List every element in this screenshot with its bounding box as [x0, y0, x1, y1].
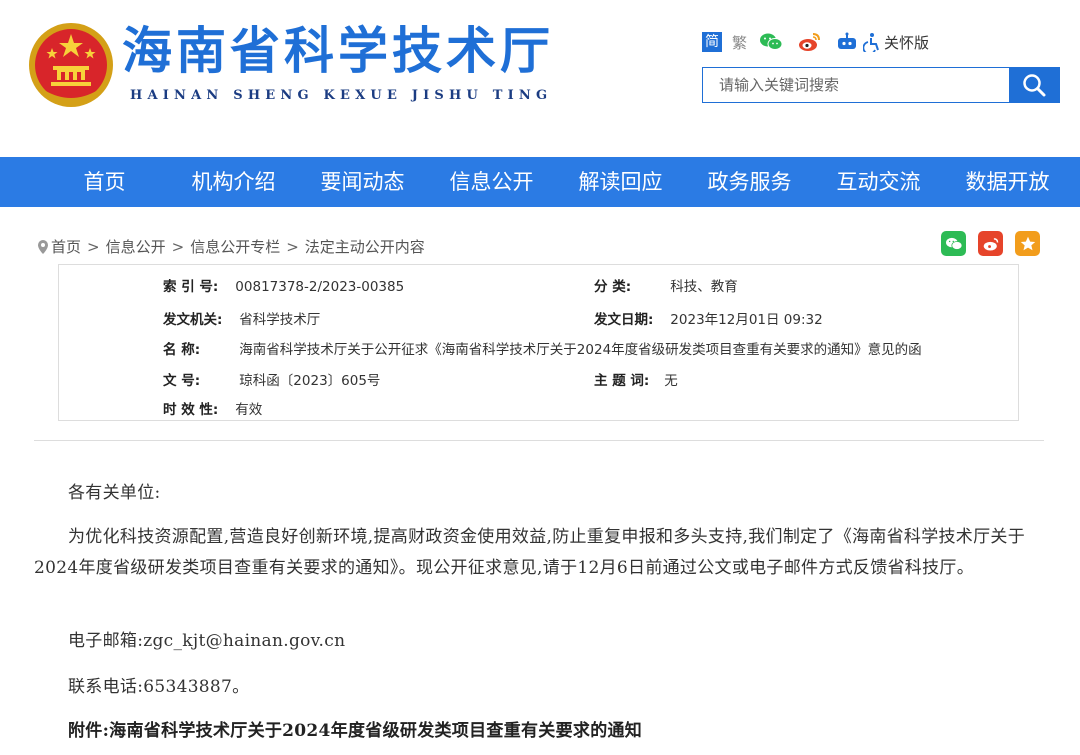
breadcrumb-info-column[interactable]: 信息公开专栏 [190, 236, 280, 257]
info-issuer: 发文机关: 省科学技术厅 [163, 312, 321, 328]
accessibility-icon [863, 33, 879, 52]
nav-item-gov-services[interactable]: 政务服务 [685, 157, 814, 207]
traditional-chinese-button[interactable]: 繁 [732, 32, 747, 53]
search-box [702, 67, 1060, 103]
share-wechat-button[interactable] [941, 231, 966, 256]
share-buttons [941, 231, 1040, 256]
nav-item-home[interactable]: 首页 [40, 157, 169, 207]
site-pinyin: HAINAN SHENG KEXUE JISHU TING [130, 88, 553, 103]
breadcrumb-separator: > [171, 237, 185, 256]
wechat-icon[interactable] [759, 31, 783, 53]
info-doc-number: 文 号: 琼科函〔2023〕605号 [163, 373, 381, 389]
breadcrumb: 首页 > 信息公开 > 信息公开专栏 > 法定主动公开内容 [38, 236, 425, 257]
info-date: 发文日期: 2023年12月01日 09:32 [594, 312, 823, 328]
location-pin-icon [38, 239, 48, 254]
article-phone: 联系电话:65343887。 [68, 677, 250, 697]
wechat-icon [945, 237, 962, 250]
info-subject: 主 题 词: 无 [594, 373, 678, 389]
breadcrumb-separator: > [286, 237, 299, 256]
info-index: 索 引 号: 00817378-2/2023-00385 [163, 279, 405, 295]
search-icon [1023, 74, 1046, 97]
search-button[interactable] [1009, 68, 1059, 102]
nav-item-open-data[interactable]: 数据开放 [943, 157, 1072, 207]
breadcrumb-home[interactable]: 首页 [51, 236, 81, 257]
site-title: 海南省科学技术厅 [122, 22, 554, 80]
breadcrumb-current[interactable]: 法定主动公开内容 [305, 236, 425, 257]
nav-item-news[interactable]: 要闻动态 [298, 157, 427, 207]
star-icon [1020, 236, 1035, 250]
nav-item-interaction[interactable]: 互动交流 [814, 157, 943, 207]
breadcrumb-separator: > [87, 237, 100, 256]
robot-assistant-icon[interactable] [835, 31, 859, 53]
article-email: 电子邮箱:zgc_kjt@hainan.gov.cn [68, 631, 346, 651]
national-emblem-icon [29, 23, 113, 107]
nav-item-organization[interactable]: 机构介绍 [169, 157, 298, 207]
care-mode-label: 关怀版 [884, 33, 930, 52]
breadcrumb-info-disclosure[interactable]: 信息公开 [106, 236, 166, 257]
add-favorite-button[interactable] [1015, 231, 1040, 256]
info-name: 名 称: 海南省科学技术厅关于公开征求《海南省科学技术厅关于2024年度省级研发… [163, 342, 922, 358]
document-info-box: 索 引 号: 00817378-2/2023-00385 分 类: 科技、教育 … [58, 264, 1019, 421]
weibo-icon [983, 237, 998, 251]
header-tools: 简 繁 关怀版 [702, 30, 929, 54]
info-validity: 时 效 性: 有效 [163, 402, 263, 418]
share-weibo-button[interactable] [978, 231, 1003, 256]
site-header: 海南省科学技术厅 HAINAN SHENG KEXUE JISHU TING 简… [0, 0, 1080, 157]
content-divider [34, 440, 1044, 441]
care-mode-button[interactable]: 关怀版 [863, 32, 929, 53]
article-attachment-link[interactable]: 附件:海南省科学技术厅关于2024年度省级研发类项目查重有关要求的通知 [34, 716, 1044, 747]
main-nav: 首页 机构介绍 要闻动态 信息公开 解读回应 政务服务 互动交流 数据开放 [0, 157, 1080, 207]
nav-item-interpretation[interactable]: 解读回应 [556, 157, 685, 207]
weibo-icon[interactable] [797, 31, 821, 53]
nav-item-info-disclosure[interactable]: 信息公开 [427, 157, 556, 207]
article-paragraph: 为优化科技资源配置,营造良好创新环境,提高财政资金使用效益,防止重复申报和多头支… [34, 527, 1026, 578]
info-category: 分 类: 科技、教育 [594, 279, 738, 295]
search-input[interactable] [703, 68, 1009, 102]
simplified-chinese-button[interactable]: 简 [702, 32, 722, 52]
article-salutation: 各有关单位: [68, 483, 161, 503]
